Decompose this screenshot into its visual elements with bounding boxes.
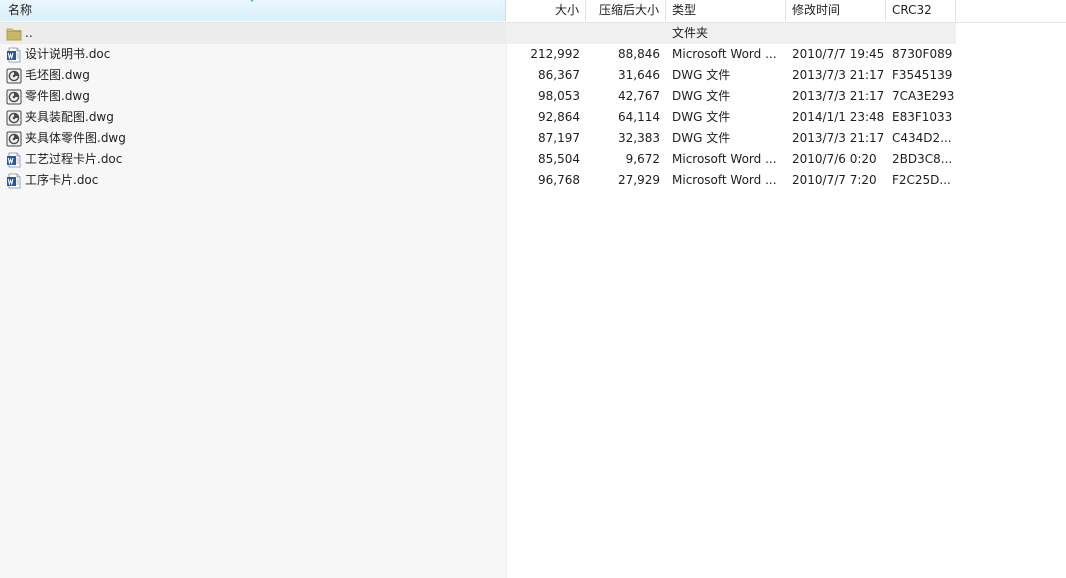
word-doc-icon: [6, 152, 22, 168]
file-modified: 2010/7/6 0:20: [792, 152, 877, 166]
archive-file-list: 名称 大小 压缩后大小 类型 修改时间 CRC32 .. 文件夹 设计说明书.d…: [0, 0, 1066, 578]
file-type: DWG 文件: [672, 68, 731, 82]
file-row[interactable]: 工艺过程卡片.doc 85,504 9,672 Microsoft Word ... 2…: [0, 149, 1066, 170]
file-name: 设计说明书.doc: [25, 47, 111, 61]
row-filler: [956, 44, 1066, 65]
file-crc32: F2C25D...: [892, 173, 951, 187]
parent-folder-type-cell: 文件夹: [666, 23, 786, 44]
file-modified: 2010/7/7 19:45: [792, 47, 885, 61]
parent-folder-crc-cell: [886, 23, 956, 44]
row-filler: [956, 170, 1066, 191]
file-packed-size: 27,929: [618, 173, 660, 187]
file-name-cell: 设计说明书.doc: [0, 44, 506, 65]
column-header-crc32[interactable]: CRC32: [886, 0, 956, 21]
file-crc32: 7CA3E293: [892, 89, 955, 103]
row-filler: [956, 107, 1066, 128]
file-size: 212,992: [530, 47, 580, 61]
file-crc32: E83F1033: [892, 110, 953, 124]
file-row[interactable]: 毛坯图.dwg 86,367 31,646 DWG 文件 2013/7/3 21:17 F…: [0, 65, 1066, 86]
file-name: 零件图.dwg: [25, 89, 90, 103]
file-type: DWG 文件: [672, 131, 731, 145]
file-row[interactable]: 夹具装配图.dwg 92,864 64,114 DWG 文件 2014/1/1 23:4…: [0, 107, 1066, 128]
file-name: 毛坯图.dwg: [25, 68, 90, 82]
file-packed-size: 42,767: [618, 89, 660, 103]
column-header-name[interactable]: 名称: [0, 0, 506, 21]
file-size: 87,197: [538, 131, 580, 145]
column-header-modified[interactable]: 修改时间: [786, 0, 886, 21]
parent-folder-size-cell: [506, 23, 586, 44]
file-modified: 2013/7/3 21:17: [792, 89, 885, 103]
file-name: 夹具装配图.dwg: [25, 110, 114, 124]
file-type: Microsoft Word ...: [672, 47, 777, 61]
row-filler: [956, 149, 1066, 170]
file-row[interactable]: 夹具体零件图.dwg 87,197 32,383 DWG 文件 2013/7/3 21:…: [0, 128, 1066, 149]
file-modified: 2010/7/7 7:20: [792, 173, 877, 187]
file-row[interactable]: 零件图.dwg 98,053 42,767 DWG 文件 2013/7/3 21:17 7…: [0, 86, 1066, 107]
file-name-cell: 零件图.dwg: [0, 86, 506, 107]
file-crc32: C434D2...: [892, 131, 952, 145]
parent-folder-row[interactable]: .. 文件夹: [0, 23, 1066, 44]
file-size: 85,504: [538, 152, 580, 166]
file-name-cell: 毛坯图.dwg: [0, 65, 506, 86]
file-name-cell: 夹具装配图.dwg: [0, 107, 506, 128]
file-size: 92,864: [538, 110, 580, 124]
dwg-file-icon: [6, 110, 22, 126]
file-type: DWG 文件: [672, 89, 731, 103]
column-header-size[interactable]: 大小: [506, 0, 586, 21]
parent-folder-packed-cell: [586, 23, 666, 44]
file-size: 98,053: [538, 89, 580, 103]
file-packed-size: 9,672: [625, 152, 660, 166]
file-size: 96,768: [538, 173, 580, 187]
dwg-file-icon: [6, 68, 22, 84]
folder-icon: [6, 26, 22, 42]
file-modified: 2014/1/1 23:48: [792, 110, 885, 124]
column-header-modified-label: 修改时间: [792, 3, 841, 17]
word-doc-icon: [6, 47, 22, 63]
file-row[interactable]: 工序卡片.doc 96,768 27,929 Microsoft Word ... 20…: [0, 170, 1066, 191]
file-crc32: 8730F089: [892, 47, 953, 61]
file-crc32: F3545139: [892, 68, 953, 82]
file-type: Microsoft Word ...: [672, 152, 777, 166]
word-doc-icon: [6, 173, 22, 189]
sort-arrow-icon: [248, 0, 256, 2]
file-name-cell: 工序卡片.doc: [0, 170, 506, 191]
file-type: Microsoft Word ...: [672, 173, 777, 187]
file-packed-size: 88,846: [618, 47, 660, 61]
file-type: DWG 文件: [672, 110, 731, 124]
column-header-packed-size-label: 压缩后大小: [598, 3, 659, 17]
file-modified: 2013/7/3 21:17: [792, 68, 885, 82]
file-name-cell: 工艺过程卡片.doc: [0, 149, 506, 170]
file-name-cell: 夹具体零件图.dwg: [0, 128, 506, 149]
file-name: 工序卡片.doc: [25, 173, 99, 187]
column-header-name-label: 名称: [8, 3, 33, 17]
column-header-type-label: 类型: [672, 3, 697, 17]
file-name: 工艺过程卡片.doc: [25, 152, 123, 166]
dwg-file-icon: [6, 89, 22, 105]
file-name: 夹具体零件图.dwg: [25, 131, 126, 145]
parent-folder-name: ..: [25, 26, 33, 40]
column-header-size-label: 大小: [554, 3, 579, 17]
dwg-file-icon: [6, 131, 22, 147]
column-header-crc32-label: CRC32: [892, 3, 932, 17]
column-header-filler: [956, 0, 1066, 21]
parent-folder-name-cell: ..: [0, 23, 506, 44]
column-header-type[interactable]: 类型: [666, 0, 786, 21]
file-packed-size: 32,383: [618, 131, 660, 145]
row-filler: [956, 128, 1066, 149]
row-filler: [956, 23, 1066, 44]
parent-folder-modified-cell: [786, 23, 886, 44]
row-filler: [956, 86, 1066, 107]
file-size: 86,367: [538, 68, 580, 82]
file-list: .. 文件夹 设计说明书.doc 212,992 88,846 Microsoft W…: [0, 23, 1066, 191]
file-row[interactable]: 设计说明书.doc 212,992 88,846 Microsoft Word ...…: [0, 44, 1066, 65]
row-filler: [956, 65, 1066, 86]
file-packed-size: 31,646: [618, 68, 660, 82]
file-modified: 2013/7/3 21:17: [792, 131, 885, 145]
file-crc32: 2BD3C8...: [892, 152, 953, 166]
column-header-packed-size[interactable]: 压缩后大小: [586, 0, 666, 21]
column-header-bar: 名称 大小 压缩后大小 类型 修改时间 CRC32: [0, 0, 1066, 23]
file-packed-size: 64,114: [618, 110, 660, 124]
